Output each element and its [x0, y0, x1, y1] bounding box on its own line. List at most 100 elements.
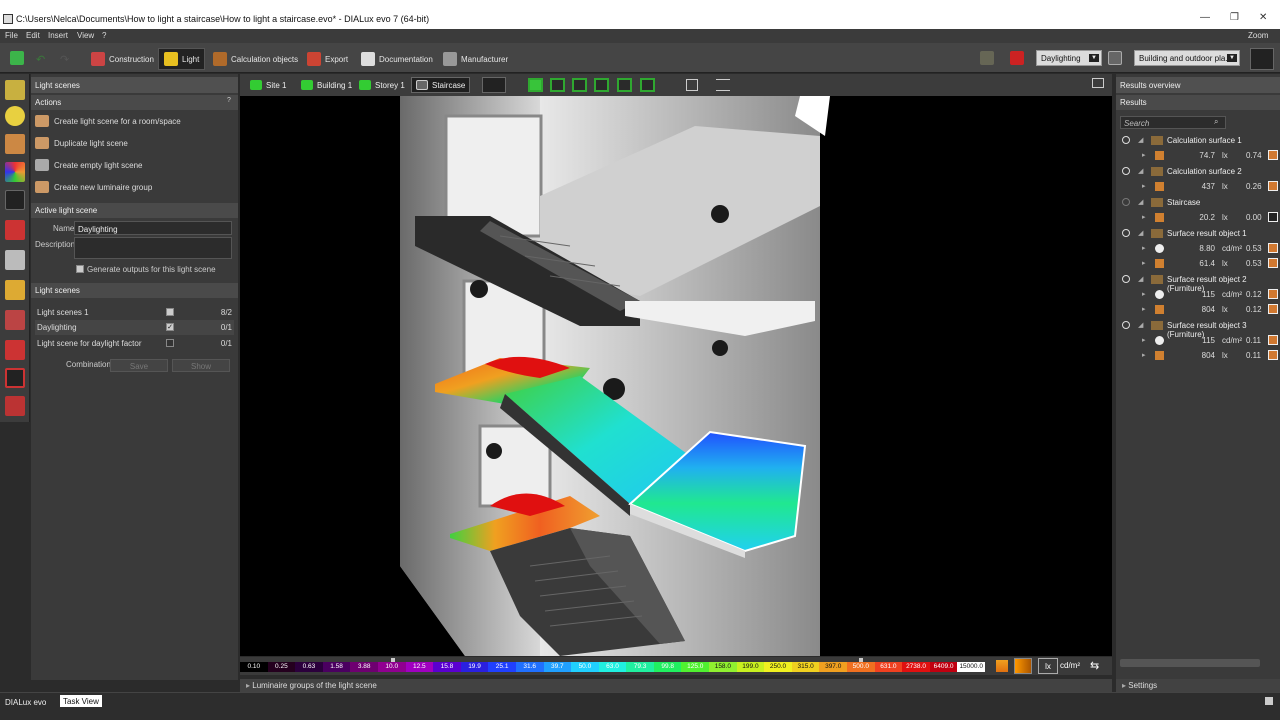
result-group-row[interactable]: ◢ Calculation surface 1	[1120, 133, 1278, 148]
app-taskbar-label[interactable]: DIALux evo	[5, 698, 46, 707]
scale-max-handle[interactable]	[859, 658, 863, 662]
color-wheel-icon[interactable]	[5, 162, 25, 182]
daylight-icon[interactable]	[5, 310, 25, 330]
redo-icon[interactable]: ↷	[60, 53, 69, 66]
settings-bar[interactable]: ▸ Settings	[1116, 679, 1280, 693]
monitor-icon[interactable]	[1108, 51, 1122, 65]
collapse-arrow-icon[interactable]: ◢	[1138, 167, 1143, 175]
visibility-eye-icon[interactable]	[1122, 167, 1130, 175]
horizontal-scrollbar[interactable]	[1120, 659, 1260, 667]
unit-lx-button[interactable]: lx	[1038, 658, 1058, 674]
view-top-icon[interactable]	[550, 78, 565, 92]
light-scene-select[interactable]: Daylighting	[1036, 50, 1102, 66]
visibility-eye-icon[interactable]	[1122, 321, 1130, 329]
tab-light[interactable]: Light	[158, 48, 206, 70]
tab-construction[interactable]: Construction	[86, 48, 159, 70]
tab-documentation[interactable]: Documentation	[356, 48, 438, 70]
breadcrumb-staircase[interactable]: Staircase	[411, 77, 471, 93]
false-color-scale[interactable]: 0.10 0.25 0.63 1.58 3.88 10.0 12.5 15.8 19.9 25.1…	[240, 657, 1112, 675]
scene-checkbox[interactable]: ✓	[166, 323, 174, 331]
tab-export[interactable]: Export	[302, 48, 353, 70]
result-value-row[interactable]: ▸ 115 cd/m² 0.11	[1120, 333, 1278, 348]
result-value-row[interactable]: ▸ 804 lx 0.11	[1120, 348, 1278, 363]
hierarchy-icon[interactable]	[5, 396, 25, 416]
duplicate-light-scene-button[interactable]: Duplicate light scene	[35, 133, 235, 153]
result-value-row[interactable]: ▸ 8.80 cd/m² 0.53	[1120, 241, 1278, 256]
light-scene-row[interactable]: Daylighting ✓ 0/1	[35, 320, 234, 335]
diagram-icon[interactable]	[1268, 181, 1278, 191]
result-group-row[interactable]: ◢ Surface result object 2 (Furniture)	[1120, 272, 1278, 293]
bulb-icon[interactable]	[5, 106, 25, 126]
fullscreen-icon[interactable]	[1092, 78, 1104, 88]
scene-checkbox[interactable]	[166, 308, 174, 316]
view-right-icon[interactable]	[640, 78, 655, 92]
scale-min-handle[interactable]	[391, 658, 395, 662]
ruler-icon[interactable]	[1250, 48, 1274, 70]
edit-luminaire-icon[interactable]	[5, 220, 25, 240]
generate-outputs-checkbox[interactable]	[76, 265, 84, 273]
create-luminaire-group-button[interactable]: Create new luminaire group	[35, 177, 235, 197]
tab-calculation-objects[interactable]: Calculation objects	[208, 48, 303, 70]
expand-arrow-icon[interactable]: ▸	[1142, 351, 1146, 359]
save-icon[interactable]	[10, 51, 24, 65]
breadcrumb-storey[interactable]: Storey 1	[355, 77, 409, 93]
expand-arrow-icon[interactable]: ▸	[1142, 305, 1146, 313]
result-group-row[interactable]: ◢ Calculation surface 2	[1120, 164, 1278, 179]
minimize-button[interactable]: —	[1200, 12, 1210, 23]
result-group-row[interactable]: ◢ Surface result object 3 (Furniture)	[1120, 318, 1278, 339]
menu-file[interactable]: File	[5, 31, 18, 40]
menu-edit[interactable]: Edit	[26, 31, 40, 40]
zoom-extents-icon[interactable]	[686, 79, 698, 91]
menu-insert[interactable]: Insert	[48, 31, 68, 40]
view-mode-select[interactable]: Building and outdoor pla...	[1134, 50, 1240, 66]
color-mode-icon[interactable]	[996, 660, 1008, 672]
result-value-row[interactable]: ▸ 61.4 lx 0.53	[1120, 256, 1278, 271]
menu-help[interactable]: ?	[102, 31, 106, 40]
scene-checkbox[interactable]	[166, 339, 174, 347]
expand-arrow-icon[interactable]: ▸	[1142, 259, 1146, 267]
delete-icon[interactable]	[1010, 51, 1024, 65]
show-combination-button[interactable]: Show	[172, 359, 230, 372]
diagram-icon[interactable]	[1268, 335, 1278, 345]
expand-arrow-icon[interactable]: ▸	[1142, 336, 1146, 344]
collapse-arrow-icon[interactable]: ◢	[1138, 229, 1143, 237]
expand-arrow-icon[interactable]: ▸	[1142, 213, 1146, 221]
visibility-eye-icon[interactable]	[1122, 198, 1130, 206]
view-front-icon[interactable]	[572, 78, 587, 92]
diagram-icon[interactable]	[1268, 243, 1278, 253]
diagram-icon[interactable]	[1268, 350, 1278, 360]
layers-icon[interactable]	[5, 280, 25, 300]
luminaire-arrangement-icon[interactable]	[5, 134, 25, 154]
light-scenes-icon[interactable]	[5, 190, 25, 210]
visibility-eye-icon[interactable]	[1122, 275, 1130, 283]
result-value-row[interactable]: ▸ 115 cd/m² 0.12	[1120, 287, 1278, 302]
diagram-icon[interactable]	[1268, 212, 1278, 222]
tools-icon[interactable]	[5, 250, 25, 270]
room-type-icon[interactable]	[482, 77, 506, 93]
light-scene-row[interactable]: Light scenes 1 8/2	[35, 305, 234, 320]
tab-manufacturer[interactable]: Manufacturer	[438, 48, 513, 70]
selection-icon[interactable]	[5, 368, 25, 388]
measure-icon[interactable]	[716, 79, 730, 91]
description-input[interactable]	[74, 237, 232, 259]
collapse-arrow-icon[interactable]: ◢	[1138, 198, 1143, 206]
search-input[interactable]: Search	[1120, 116, 1226, 129]
visibility-eye-icon[interactable]	[1122, 229, 1130, 237]
result-group-row[interactable]: ◢ Surface result object 1	[1120, 226, 1278, 241]
unit-cd-button[interactable]: cd/m²	[1060, 661, 1080, 670]
emergency-icon[interactable]	[5, 340, 25, 360]
diagram-icon[interactable]	[1268, 150, 1278, 160]
save-combination-button[interactable]: Save	[110, 359, 168, 372]
luminaire-group-icon[interactable]	[980, 51, 994, 65]
result-group-row[interactable]: ◢ Staircase	[1120, 195, 1278, 210]
collapse-arrow-icon[interactable]: ◢	[1138, 136, 1143, 144]
diagram-icon[interactable]	[1268, 258, 1278, 268]
expand-arrow-icon[interactable]: ▸	[1142, 244, 1146, 252]
breadcrumb-site[interactable]: Site 1	[246, 77, 290, 93]
undo-icon[interactable]: ↶	[36, 53, 45, 66]
3d-viewport[interactable]	[240, 96, 1112, 656]
collapse-arrow-icon[interactable]: ◢	[1138, 275, 1143, 283]
close-button[interactable]: ✕	[1259, 12, 1267, 23]
notification-icon[interactable]	[1265, 697, 1273, 705]
luminaire-groups-bar[interactable]: ▸ Luminaire groups of the light scene	[240, 679, 1112, 692]
